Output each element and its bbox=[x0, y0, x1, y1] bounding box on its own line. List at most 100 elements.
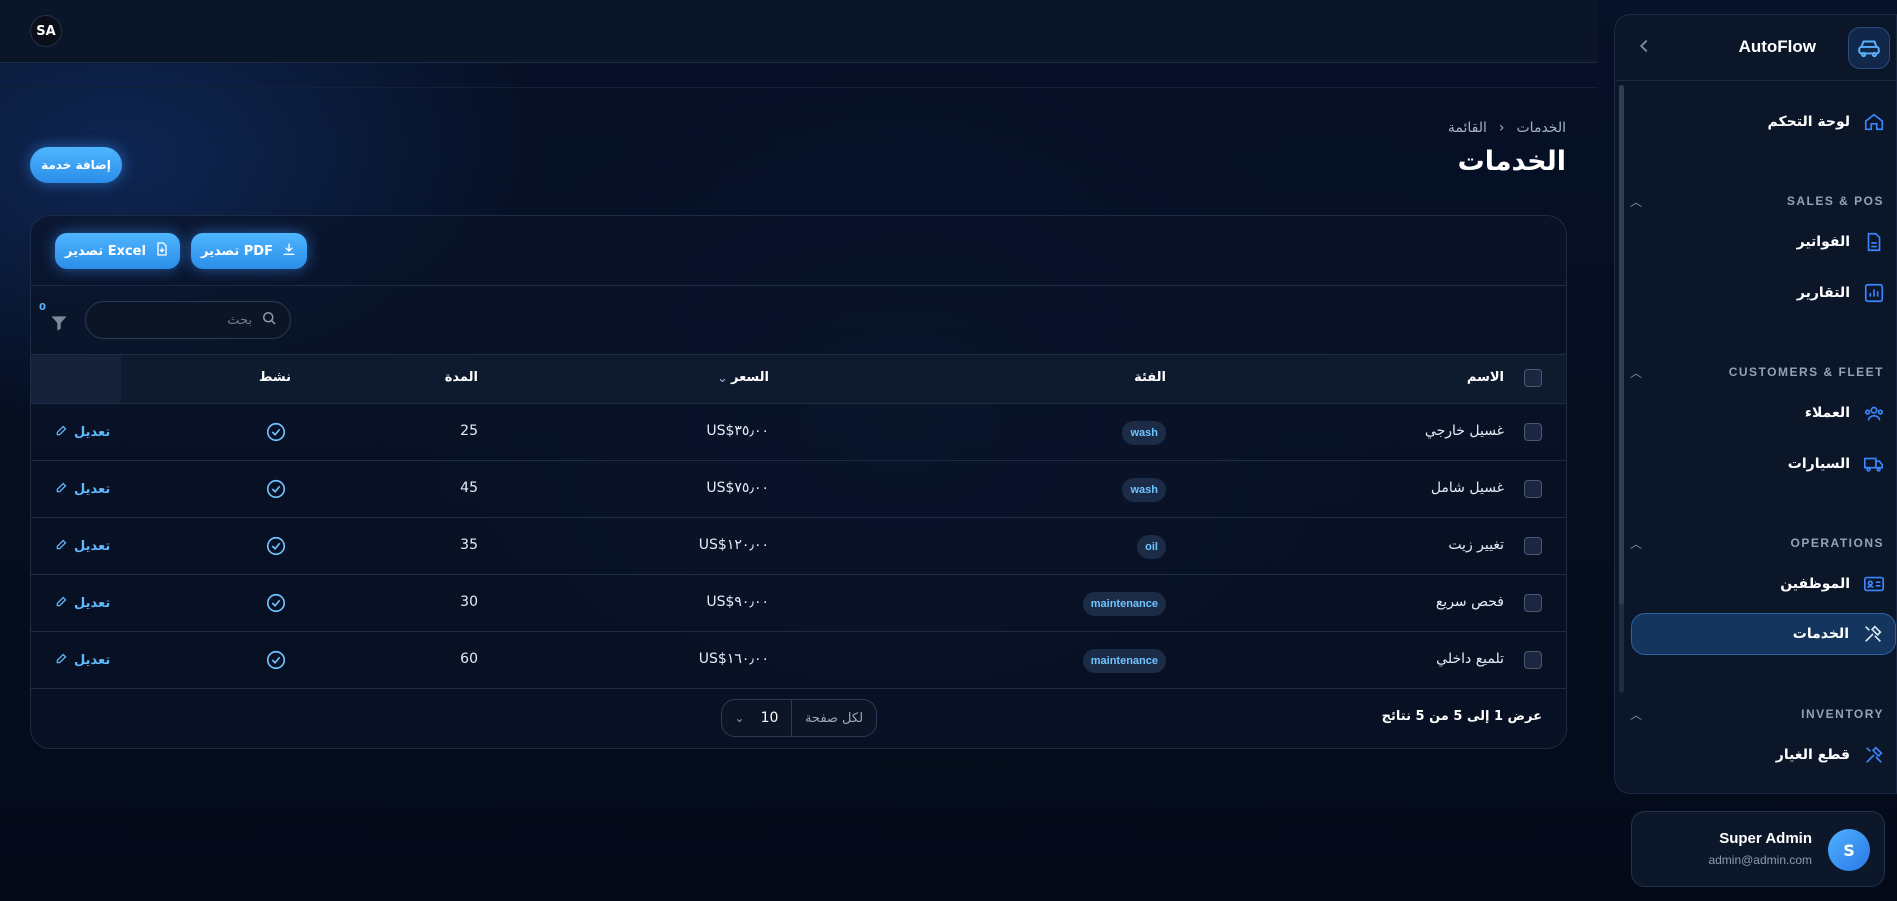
edit-button[interactable]: تعديل bbox=[55, 651, 110, 669]
check-circle-icon bbox=[265, 421, 287, 443]
breadcrumb-root[interactable]: الخدمات bbox=[1517, 120, 1567, 136]
per-page-label: لكل صفحة bbox=[804, 710, 864, 726]
header-category[interactable]: الفئة bbox=[1134, 370, 1166, 385]
header-active[interactable]: نشط bbox=[259, 370, 291, 385]
section-inventory[interactable]: ︿ INVENTORY bbox=[1629, 704, 1884, 724]
sidebar-item-label: لوحة التحكم bbox=[1767, 114, 1850, 130]
search-input[interactable] bbox=[112, 312, 252, 328]
cell-price: US$١٦٠٫٠٠ bbox=[698, 651, 769, 667]
section-customers-fleet[interactable]: ︿ CUSTOMERS & FLEET bbox=[1629, 362, 1884, 382]
export-pdf-label: تصدير PDF bbox=[201, 243, 273, 259]
add-service-button[interactable]: إضافة خدمة bbox=[30, 147, 122, 183]
chevron-left-icon[interactable] bbox=[1633, 35, 1655, 57]
chevron-up-icon: ︿ bbox=[1629, 707, 1642, 722]
sidebar-item-services[interactable]: الخدمات bbox=[1631, 613, 1896, 655]
user-card[interactable]: Super Admin admin@admin.com S bbox=[1631, 811, 1885, 887]
chevron-up-icon: ︿ bbox=[1629, 194, 1642, 209]
edit-button[interactable]: تعديل bbox=[55, 423, 110, 441]
edit-icon bbox=[55, 594, 69, 612]
sidebar-scrollbar[interactable] bbox=[1619, 85, 1624, 693]
edit-button[interactable]: تعديل bbox=[55, 537, 110, 555]
brand-name: AutoFlow bbox=[1738, 37, 1816, 56]
filter-count-badge: 0 bbox=[39, 302, 46, 313]
home-icon bbox=[1862, 110, 1886, 134]
cell-duration: 30 bbox=[460, 594, 478, 610]
cell-price: US$٣٥٫٠٠ bbox=[706, 423, 769, 439]
chevron-left-icon: ‹ bbox=[1498, 120, 1505, 136]
chevron-up-icon: ︿ bbox=[1629, 536, 1642, 551]
tools-icon bbox=[1862, 743, 1886, 767]
table-row: غسيل شامل wash US$٧٥٫٠٠ 45 تعديل bbox=[31, 461, 1566, 518]
section-sales-pos[interactable]: ︿ SALES & POS bbox=[1629, 191, 1884, 211]
header-price[interactable]: السعر bbox=[731, 370, 769, 385]
services-card: تصدير Excel تصدير PDF 0 الاسم الفئة bbox=[30, 215, 1567, 749]
per-page-select[interactable]: ⌄ 10 لكل صفحة bbox=[721, 699, 877, 737]
cell-name: فحص سريع bbox=[1435, 594, 1504, 610]
table-row: تلميع داخلي maintenance US$١٦٠٫٠٠ 60 تعد… bbox=[31, 632, 1566, 689]
sidebar-item-dashboard[interactable]: لوحة التحكم bbox=[1634, 101, 1896, 143]
cell-name: تلميع داخلي bbox=[1436, 651, 1504, 667]
sidebar-header: AutoFlow bbox=[1615, 15, 1897, 81]
per-page-value[interactable]: ⌄ 10 bbox=[722, 700, 792, 736]
edit-label: تعديل bbox=[74, 538, 111, 554]
search-input-wrapper[interactable] bbox=[85, 301, 291, 339]
export-toolbar: تصدير Excel تصدير PDF bbox=[31, 216, 1566, 286]
breadcrumb-current: القائمة bbox=[1447, 120, 1487, 136]
sidebar-item-employees[interactable]: الموظفين bbox=[1634, 563, 1896, 605]
edit-label: تعديل bbox=[74, 652, 111, 668]
download-icon bbox=[281, 241, 297, 261]
cell-duration: 45 bbox=[460, 480, 478, 496]
cell-name: غسيل شامل bbox=[1430, 480, 1504, 496]
edit-button[interactable]: تعديل bbox=[55, 594, 110, 612]
page-title: الخدمات bbox=[1457, 146, 1566, 177]
file-download-icon bbox=[154, 241, 170, 261]
cell-name: غسيل خارجي bbox=[1424, 423, 1504, 439]
category-badge: oil bbox=[1137, 535, 1166, 559]
table-row: فحص سريع maintenance US$٩٠٫٠٠ 30 تعديل bbox=[31, 575, 1566, 632]
cell-price: US$٧٥٫٠٠ bbox=[706, 480, 769, 496]
tools-icon bbox=[1861, 622, 1885, 646]
row-checkbox[interactable] bbox=[1524, 537, 1542, 555]
sidebar-item-vehicles[interactable]: السيارات bbox=[1634, 443, 1896, 485]
row-checkbox[interactable] bbox=[1524, 594, 1542, 612]
sidebar-item-reports[interactable]: التقارير bbox=[1634, 272, 1896, 314]
export-excel-button[interactable]: تصدير Excel bbox=[55, 233, 180, 269]
cell-price: US$١٢٠٫٠٠ bbox=[698, 537, 769, 553]
sidebar-item-invoices[interactable]: الفواتير bbox=[1634, 221, 1896, 263]
cell-name: تغيير زيت bbox=[1448, 537, 1504, 553]
user-email: admin@admin.com bbox=[1708, 853, 1812, 867]
users-icon bbox=[1862, 401, 1886, 425]
user-avatar-top[interactable]: SA bbox=[30, 15, 62, 47]
id-card-icon bbox=[1862, 572, 1886, 596]
top-bar: SA bbox=[0, 0, 1598, 63]
cell-duration: 35 bbox=[460, 537, 478, 553]
edit-button[interactable]: تعديل bbox=[55, 480, 110, 498]
divider bbox=[0, 87, 1598, 88]
chevron-down-icon: ⌄ bbox=[734, 711, 745, 725]
select-all-checkbox[interactable] bbox=[1524, 369, 1542, 387]
sidebar-item-customers[interactable]: العملاء bbox=[1634, 392, 1896, 434]
export-excel-label: تصدير Excel bbox=[65, 243, 146, 259]
section-operations[interactable]: ︿ OPERATIONS bbox=[1629, 533, 1884, 553]
edit-icon bbox=[55, 423, 69, 441]
edit-label: تعديل bbox=[74, 481, 111, 497]
header-name[interactable]: الاسم bbox=[1467, 370, 1504, 385]
check-circle-icon bbox=[265, 592, 287, 614]
cell-duration: 60 bbox=[460, 651, 478, 667]
sort-chevron-icon[interactable]: ⌄ bbox=[717, 371, 728, 386]
row-checkbox[interactable] bbox=[1524, 651, 1542, 669]
edit-label: تعديل bbox=[74, 424, 111, 440]
search-icon bbox=[260, 309, 278, 331]
row-checkbox[interactable] bbox=[1524, 480, 1542, 498]
user-name: Super Admin bbox=[1719, 830, 1812, 847]
breadcrumb: الخدمات ‹ القائمة bbox=[1448, 120, 1566, 136]
car-logo-icon bbox=[1848, 27, 1890, 69]
edit-icon bbox=[55, 480, 69, 498]
header-duration[interactable]: المدة bbox=[445, 370, 478, 385]
category-badge: wash bbox=[1122, 478, 1166, 502]
row-checkbox[interactable] bbox=[1524, 423, 1542, 441]
edit-icon bbox=[55, 537, 69, 555]
sidebar-item-spare-parts[interactable]: قطع الغيار bbox=[1634, 734, 1896, 776]
export-pdf-button[interactable]: تصدير PDF bbox=[191, 233, 307, 269]
filter-icon[interactable] bbox=[49, 313, 69, 333]
